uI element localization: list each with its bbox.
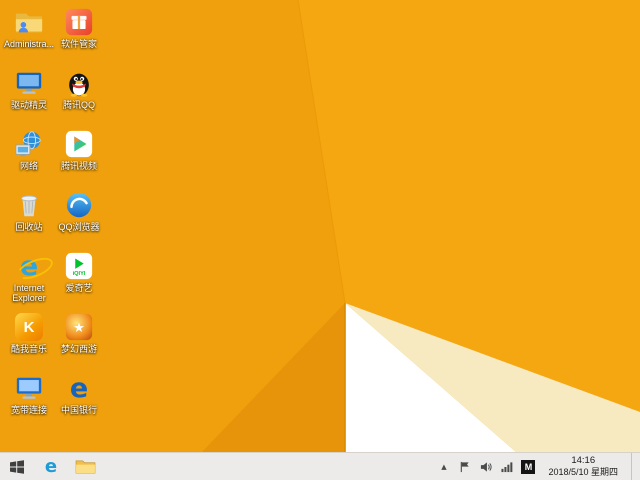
desktop-icon-network[interactable]: 网络 <box>1 128 57 189</box>
volume-button[interactable] <box>479 460 492 473</box>
desktop-icon-internet-explorer[interactable]: e Internet Explorer <box>1 250 57 311</box>
network-globe-icon <box>13 128 45 160</box>
desktop-icon-column-2: 软件管家 腾讯QQ <box>51 6 107 433</box>
ie-e-glyph: e <box>20 253 38 280</box>
iqiyi-icon: iQIYI <box>63 250 95 282</box>
flag-icon <box>459 461 471 473</box>
bank-e-icon: e <box>63 372 95 404</box>
hidden-icons-button[interactable]: ▲ <box>437 460 450 473</box>
desktop-icon-label: 爱奇艺 <box>65 283 92 293</box>
desktop-icon-label: 腾讯QQ <box>63 100 95 110</box>
ie-taskbar-icon: e <box>45 458 57 476</box>
desktop-icon-game[interactable]: ★ 梦幻西游 <box>51 311 107 372</box>
software-manager-icon <box>63 6 95 38</box>
kuwo-k-glyph: K <box>24 319 35 336</box>
desktop: Administra... 驱动精灵 <box>0 0 640 480</box>
game-icon: ★ <box>63 311 95 343</box>
clock-time: 14:16 <box>571 455 595 467</box>
tencent-video-play-icon <box>63 128 95 160</box>
desktop-icon-label: 中国银行 <box>61 405 97 415</box>
desktop-icon-administrator[interactable]: Administra... <box>1 6 57 67</box>
qq-browser-icon <box>63 189 95 221</box>
desktop-icon-column-1: Administra... 驱动精灵 <box>1 6 57 433</box>
taskbar-ie-button[interactable]: e <box>34 453 68 480</box>
bank-e-glyph: e <box>70 375 88 402</box>
desktop-icon-label: 宽带连接 <box>11 405 47 415</box>
start-button[interactable] <box>0 453 34 480</box>
desktop-icon-tencent-video[interactable]: 腾讯视频 <box>51 128 107 189</box>
clock-date: 2018/5/10 星期四 <box>548 467 618 478</box>
desktop-icon-bank[interactable]: e 中国银行 <box>51 372 107 433</box>
broadband-monitor-icon <box>13 372 45 404</box>
action-center-button[interactable] <box>458 460 471 473</box>
folder-icon <box>75 458 96 475</box>
windows-logo-icon <box>8 458 26 476</box>
system-tray: ▲ <box>437 453 640 480</box>
desktop-icon-iqiyi[interactable]: iQIYI 爱奇艺 <box>51 250 107 311</box>
game-star-glyph: ★ <box>73 321 85 336</box>
desktop-icon-kuwo-music[interactable]: K 酷我音乐 <box>1 311 57 372</box>
desktop-icon-label: 软件管家 <box>61 39 97 49</box>
taskbar-file-explorer-button[interactable] <box>68 453 102 480</box>
desktop-icon-label: 梦幻西游 <box>61 344 97 354</box>
taskbar: e ▲ <box>0 452 640 480</box>
desktop-icon-qq[interactable]: 腾讯QQ <box>51 67 107 128</box>
iqiyi-wordmark: iQIYI <box>73 271 86 277</box>
monitor-icon <box>13 67 45 99</box>
desktop-icon-broadband[interactable]: 宽带连接 <box>1 372 57 433</box>
ime-indicator[interactable]: M <box>521 460 535 474</box>
ie-logo-icon: e <box>13 250 45 282</box>
network-signal-icon <box>501 461 513 473</box>
desktop-icon-label: 网络 <box>20 161 38 171</box>
user-folder-icon <box>13 6 45 38</box>
desktop-icon-software-manager[interactable]: 软件管家 <box>51 6 107 67</box>
chevron-up-icon: ▲ <box>441 463 446 471</box>
desktop-icon-label: QQ浏览器 <box>58 222 99 232</box>
desktop-icon-label: Administra... <box>4 39 54 49</box>
show-desktop-button[interactable] <box>631 453 637 480</box>
desktop-icon-recycle-bin[interactable]: 回收站 <box>1 189 57 250</box>
network-button[interactable] <box>500 460 513 473</box>
desktop-icon-label: 腾讯视频 <box>61 161 97 171</box>
desktop-icon-label: 酷我音乐 <box>11 344 47 354</box>
recycle-bin-icon <box>13 189 45 221</box>
desktop-icon-qq-browser[interactable]: QQ浏览器 <box>51 189 107 250</box>
taskbar-clock[interactable]: 14:16 2018/5/10 星期四 <box>543 455 623 478</box>
speaker-icon <box>480 461 492 473</box>
desktop-icon-driver-genius[interactable]: 驱动精灵 <box>1 67 57 128</box>
kuwo-music-icon: K <box>13 311 45 343</box>
qq-penguin-icon <box>63 67 95 99</box>
desktop-icon-label: 驱动精灵 <box>11 100 47 110</box>
desktop-icon-label: 回收站 <box>15 222 42 232</box>
desktop-icon-label: Internet Explorer <box>1 283 57 304</box>
